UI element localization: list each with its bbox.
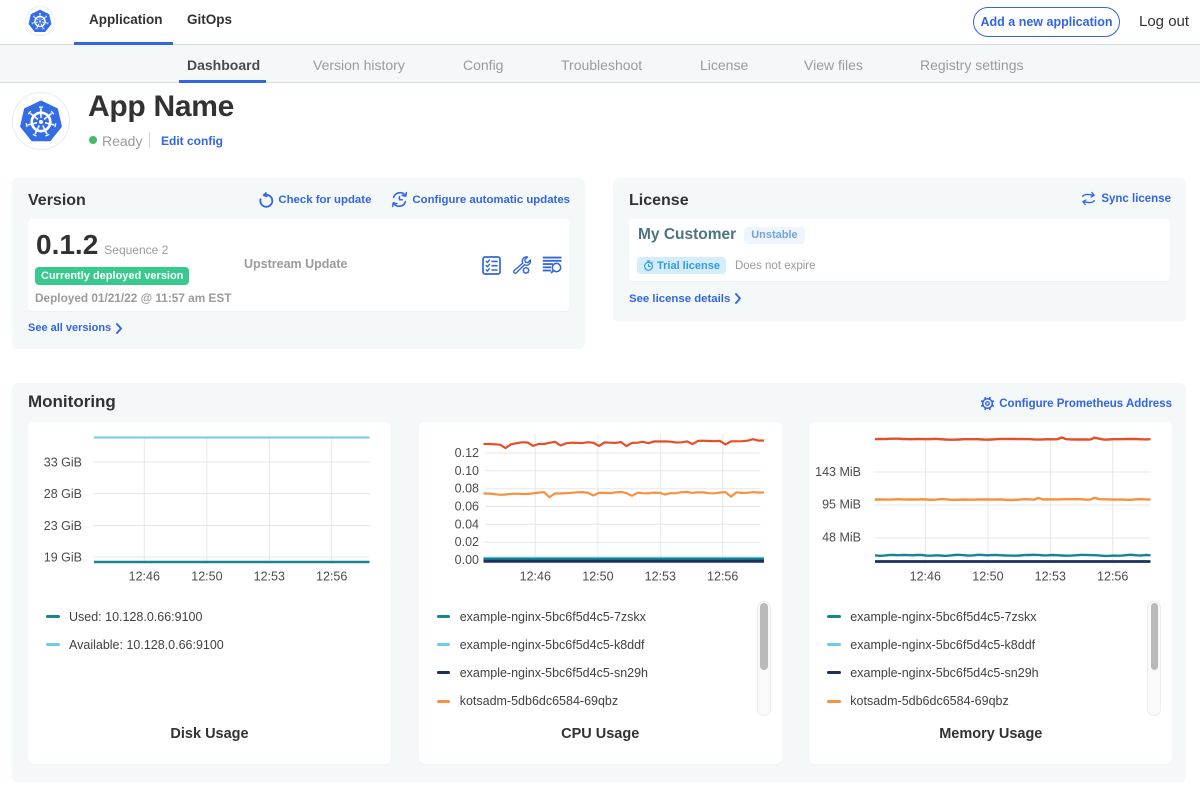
svg-text:0.10: 0.10 [454,464,478,478]
svg-text:48 MiB: 48 MiB [822,531,861,545]
svg-text:0.12: 0.12 [454,446,478,460]
svg-text:12:56: 12:56 [316,570,347,584]
svg-text:12:46: 12:46 [910,570,941,584]
svg-text:19 GiB: 19 GiB [44,551,82,565]
svg-text:28 GiB: 28 GiB [44,487,82,501]
svg-text:0.00: 0.00 [454,553,478,567]
svg-text:143 MiB: 143 MiB [815,465,861,479]
svg-text:12:56: 12:56 [707,570,738,584]
svg-text:12:50: 12:50 [582,570,613,584]
svg-text:12:56: 12:56 [1097,570,1128,584]
svg-text:0.06: 0.06 [454,500,478,514]
svg-text:23 GiB: 23 GiB [44,519,82,533]
svg-text:12:53: 12:53 [1035,570,1066,584]
svg-text:12:46: 12:46 [519,570,550,584]
svg-text:12:50: 12:50 [973,570,1004,584]
svg-text:12:46: 12:46 [129,570,160,584]
svg-text:0.02: 0.02 [454,535,478,549]
svg-text:0.04: 0.04 [454,517,478,531]
svg-text:12:53: 12:53 [644,570,675,584]
svg-text:12:50: 12:50 [191,570,222,584]
svg-text:33 GiB: 33 GiB [44,456,82,470]
svg-text:0.08: 0.08 [454,482,478,496]
svg-text:12:53: 12:53 [254,570,285,584]
svg-text:95 MiB: 95 MiB [822,498,861,512]
